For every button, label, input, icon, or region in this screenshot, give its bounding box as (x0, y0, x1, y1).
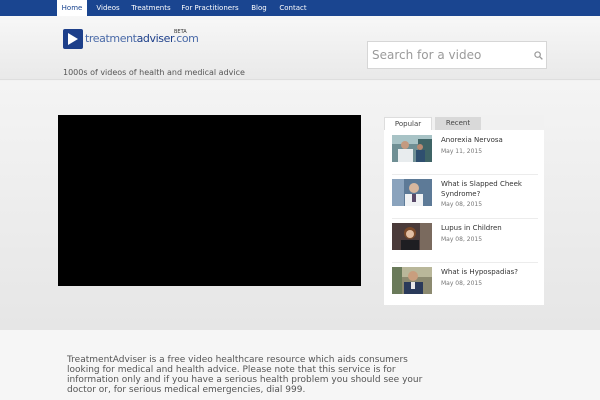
video-date: May 08, 2015 (441, 201, 483, 208)
logo-part-adviser: adviser (136, 32, 174, 45)
video-title[interactable]: Lupus in Children (441, 223, 537, 233)
tab-recent[interactable]: Recent (435, 117, 481, 130)
play-logo-icon (63, 29, 83, 49)
main-content: Popular Recent Anorexia Nervosa May 11, … (0, 81, 600, 330)
video-list-item[interactable]: Lupus in Children May 08, 2015 (392, 219, 538, 263)
video-title[interactable]: What is Slapped Cheek Syndrome? (441, 179, 537, 199)
video-date: May 11, 2015 (441, 148, 483, 155)
nav-treatments[interactable]: Treatments (128, 0, 174, 16)
video-thumbnail (392, 223, 432, 250)
site-tagline: 1000s of videos of health and medical ad… (63, 68, 245, 77)
footer-disclaimer: TreatmentAdviser is a free video healthc… (67, 355, 423, 395)
search-input[interactable] (368, 42, 528, 68)
video-thumbnail (392, 267, 432, 294)
video-thumbnail (392, 135, 432, 162)
video-date: May 08, 2015 (441, 280, 483, 287)
site-footer: TreatmentAdviser is a free video healthc… (0, 330, 600, 400)
top-navigation: Home Videos Treatments For Practitioners… (0, 0, 600, 16)
video-list-item[interactable]: Anorexia Nervosa May 11, 2015 (392, 131, 538, 175)
video-date: May 08, 2015 (441, 236, 483, 243)
beta-badge: BETA (174, 29, 187, 35)
nav-home[interactable]: Home (57, 0, 87, 16)
sidebar-tabs: Popular Recent (384, 115, 544, 130)
video-list-item[interactable]: What is Hypospadias? May 08, 2015 (392, 263, 538, 307)
tab-popular[interactable]: Popular (384, 117, 432, 130)
search-box (367, 41, 547, 69)
video-list-item[interactable]: What is Slapped Cheek Syndrome? May 08, … (392, 175, 538, 219)
nav-for-practitioners[interactable]: For Practitioners (176, 0, 244, 16)
video-sidebar: Popular Recent Anorexia Nervosa May 11, … (384, 115, 544, 305)
nav-videos[interactable]: Videos (90, 0, 126, 16)
video-title[interactable]: What is Hypospadias? (441, 267, 537, 277)
video-thumbnail (392, 179, 432, 206)
nav-contact[interactable]: Contact (275, 0, 311, 16)
search-icon[interactable] (534, 51, 543, 60)
site-logo[interactable]: treatmentadviser.com BETA (63, 29, 199, 51)
site-header: treatmentadviser.com BETA 1000s of video… (0, 16, 600, 80)
video-title[interactable]: Anorexia Nervosa (441, 135, 537, 145)
nav-blog[interactable]: Blog (246, 0, 272, 16)
video-player[interactable] (58, 115, 361, 286)
logo-part-treatment: treatment (85, 32, 137, 45)
